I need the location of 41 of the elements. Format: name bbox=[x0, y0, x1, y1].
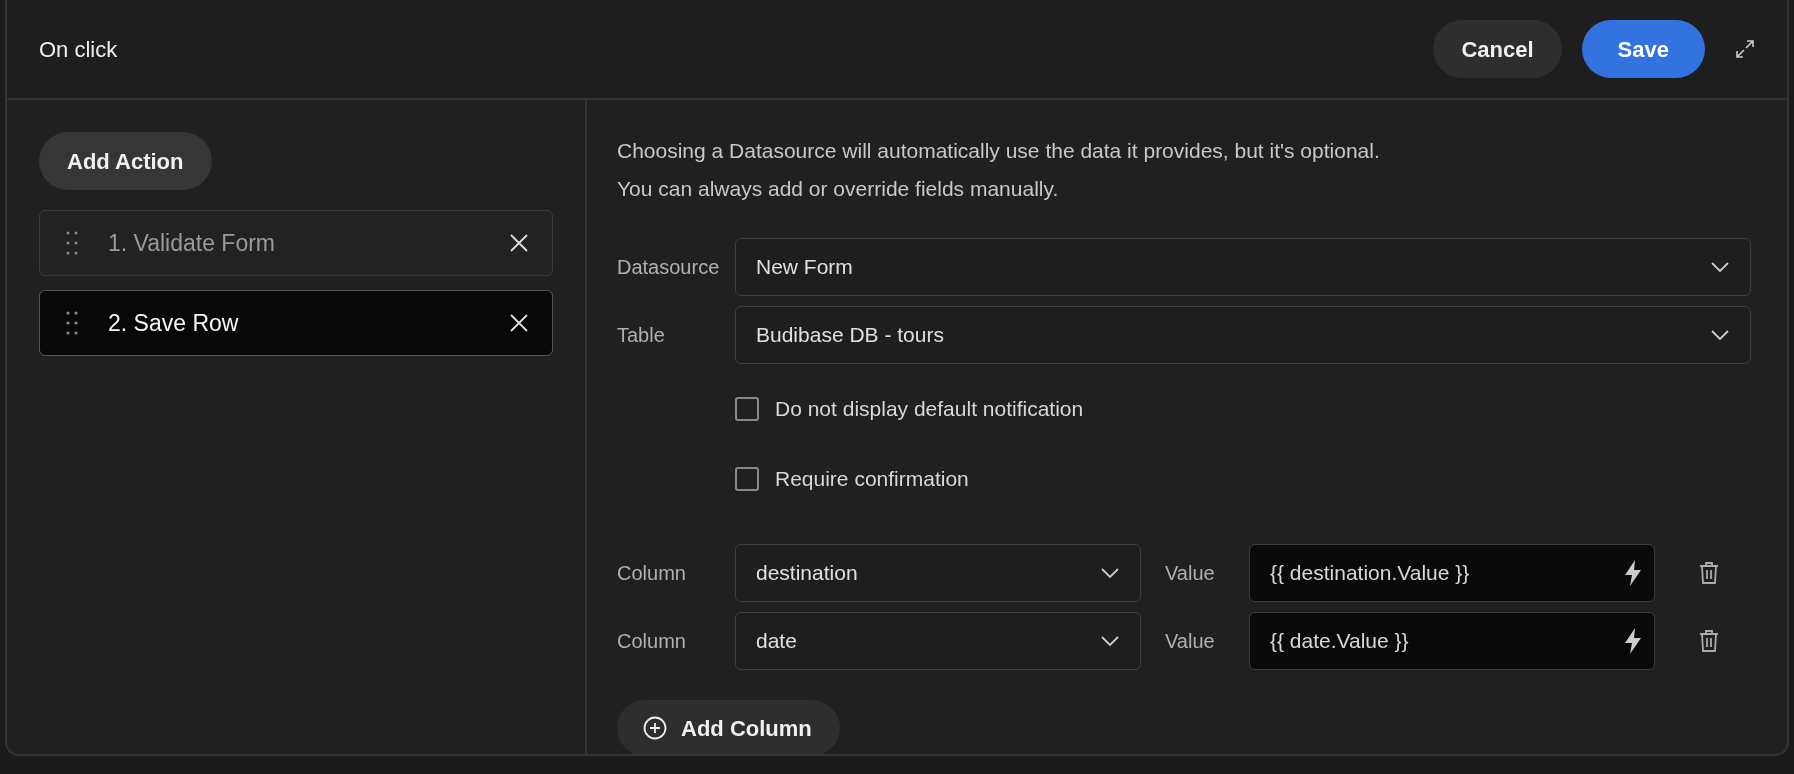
cancel-button[interactable]: Cancel bbox=[1433, 20, 1562, 78]
value-label: Value bbox=[1164, 629, 1216, 654]
save-button[interactable]: Save bbox=[1581, 20, 1705, 78]
action-label: 2. Save Row bbox=[108, 308, 239, 338]
checkbox[interactable] bbox=[735, 397, 759, 421]
chevron-down-icon bbox=[1100, 567, 1120, 579]
column-label: Column bbox=[617, 561, 687, 586]
column-label: Column bbox=[617, 629, 687, 654]
select-field[interactable]: New Form bbox=[735, 238, 1751, 296]
field-label: Datasource bbox=[617, 255, 721, 280]
drag-handle-icon[interactable] bbox=[66, 311, 78, 335]
dialog-title: On click bbox=[39, 35, 118, 64]
binding-field[interactable]: {{ destination.Value }} bbox=[1249, 544, 1655, 602]
lightning-icon[interactable] bbox=[1624, 560, 1642, 586]
value-label: Value bbox=[1164, 561, 1216, 586]
description-text: You can always add or override fields manually. bbox=[617, 176, 1060, 202]
action-label: 1. Validate Form bbox=[108, 228, 276, 258]
field-label: Table bbox=[617, 323, 666, 348]
add-action-button[interactable]: Add Action bbox=[39, 132, 212, 190]
column-select[interactable]: date bbox=[735, 612, 1141, 670]
description-text: Choosing a Datasource will automatically use the data it provides, but it's optional. bbox=[617, 138, 1381, 164]
binding-field[interactable]: {{ date.Value }} bbox=[1249, 612, 1655, 670]
action-item[interactable]: 2. Save Row bbox=[39, 290, 553, 356]
chevron-down-icon bbox=[1710, 261, 1730, 273]
action-item[interactable]: 1. Validate Form bbox=[39, 210, 553, 276]
chevron-down-icon bbox=[1710, 329, 1730, 341]
checkbox-label: Do not display default notification bbox=[775, 396, 1084, 423]
add-column-button[interactable]: Add Column bbox=[617, 700, 840, 754]
plus-circle-icon bbox=[643, 716, 667, 740]
close-icon[interactable] bbox=[510, 234, 528, 252]
drag-handle-icon[interactable] bbox=[66, 231, 78, 255]
trash-icon[interactable] bbox=[1699, 561, 1719, 585]
close-icon[interactable] bbox=[510, 314, 528, 332]
lightning-icon[interactable] bbox=[1624, 628, 1642, 654]
checkbox-label: Require confirmation bbox=[775, 466, 969, 493]
expand-icon[interactable] bbox=[1735, 39, 1755, 59]
select-field[interactable]: Budibase DB - tours bbox=[735, 306, 1751, 364]
chevron-down-icon bbox=[1100, 635, 1120, 647]
checkbox[interactable] bbox=[735, 467, 759, 491]
column-select[interactable]: destination bbox=[735, 544, 1141, 602]
trash-icon[interactable] bbox=[1699, 629, 1719, 653]
